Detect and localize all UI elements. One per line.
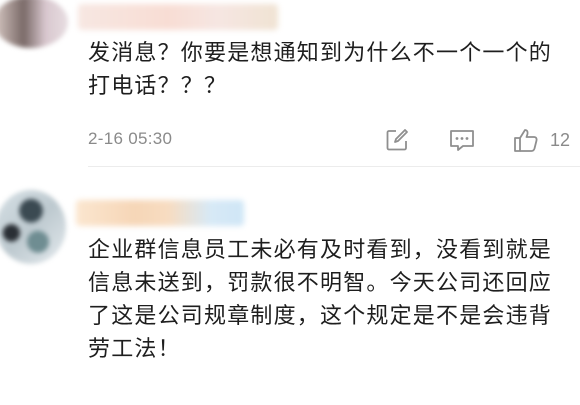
- comment-meta: 2-16 05:30 12: [88, 127, 572, 153]
- edit-button[interactable]: [384, 127, 410, 153]
- like-count: 12: [550, 129, 571, 150]
- square-pen-icon: [386, 129, 408, 151]
- comment-button[interactable]: [448, 127, 476, 153]
- divider: [88, 166, 580, 167]
- comment-bubble-icon: [450, 130, 474, 151]
- username-blurred[interactable]: [78, 4, 278, 30]
- timestamp: 2-16 05:30: [88, 129, 173, 148]
- avatar[interactable]: [0, 190, 66, 264]
- thumbs-up-icon: [514, 129, 538, 152]
- username-blurred[interactable]: [76, 200, 244, 226]
- comment-text: 企业群信息员工未必有及时看到，没看到就是信息未送到，罚款很不明智。今天公司还回应…: [88, 238, 553, 362]
- like-button[interactable]: 12: [512, 127, 570, 153]
- comment-item: 发消息？你要是想通知到为什么不一个一个的打电话？？？ 2-16 05:30 12: [0, 0, 580, 170]
- comment-item: 企业群信息员工未必有及时看到，没看到就是信息未送到，罚款很不明智。今天公司还回应…: [0, 170, 580, 405]
- comment-text: 发消息？你要是想通知到为什么不一个一个的打电话？？？: [88, 41, 553, 99]
- avatar[interactable]: [0, 0, 68, 48]
